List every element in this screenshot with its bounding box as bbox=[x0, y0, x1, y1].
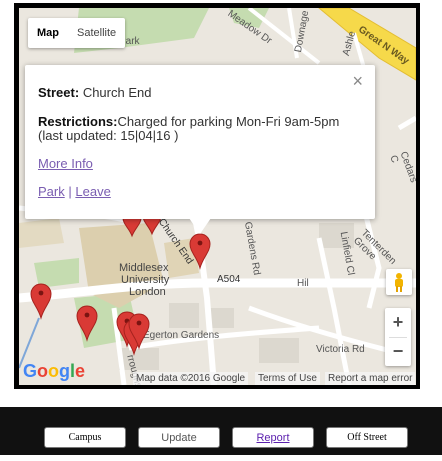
info-window: × Street: Church End Restrictions:Charge… bbox=[25, 65, 375, 219]
map-type-satellite-button[interactable]: Satellite bbox=[68, 18, 125, 48]
restrictions-value: Charged for parking Mon-Fri 9am-5pm bbox=[117, 114, 340, 129]
marker[interactable] bbox=[189, 233, 211, 270]
more-info-row: More Info bbox=[38, 156, 93, 171]
marker[interactable] bbox=[30, 283, 52, 320]
off-street-button-label: Off Street bbox=[347, 432, 387, 443]
restrictions-row: Restrictions:Charged for parking Mon-Fri… bbox=[38, 114, 339, 129]
campus-button-label: Campus bbox=[68, 432, 102, 443]
link-separator: | bbox=[68, 184, 72, 199]
close-icon[interactable]: × bbox=[352, 71, 363, 92]
report-button[interactable]: Report bbox=[232, 427, 314, 448]
street-value: Church End bbox=[82, 85, 152, 100]
restrictions-label: Restrictions: bbox=[38, 114, 118, 129]
last-updated: (last updated: 15|04|16 ) bbox=[38, 128, 179, 143]
map-type-map-button[interactable]: Map bbox=[28, 18, 68, 48]
campus-button[interactable]: Campus bbox=[44, 427, 126, 448]
zoom-control: + − bbox=[385, 308, 411, 366]
off-street-button[interactable]: Off Street bbox=[326, 427, 408, 448]
map[interactable]: Meadow Dr Downage Ashle Great N Way Park… bbox=[19, 8, 416, 385]
zoom-out-button[interactable]: − bbox=[393, 338, 404, 366]
leave-link[interactable]: Leave bbox=[75, 184, 110, 199]
marker[interactable] bbox=[76, 305, 98, 342]
street-label: Street: bbox=[38, 85, 80, 100]
street-row: Street: Church End bbox=[38, 85, 151, 100]
street-view-button[interactable] bbox=[386, 269, 412, 295]
map-type-control: Map Satellite bbox=[28, 18, 126, 48]
report-button-label: Report bbox=[256, 431, 290, 444]
update-button-label: Update bbox=[161, 431, 197, 444]
update-button[interactable]: Update bbox=[138, 427, 220, 448]
more-info-link[interactable]: More Info bbox=[38, 156, 93, 171]
google-logo: Google bbox=[23, 361, 86, 381]
pegman-icon bbox=[395, 273, 403, 292]
map-data-attribution: Map data ©2016 Google bbox=[133, 372, 249, 385]
action-links: Park | Leave bbox=[38, 184, 111, 199]
terms-of-use-link[interactable]: Terms of Use bbox=[255, 372, 320, 385]
report-map-error-link[interactable]: Report a map error bbox=[325, 372, 416, 385]
zoom-in-button[interactable]: + bbox=[393, 309, 404, 337]
info-window-tail bbox=[189, 218, 211, 234]
park-link[interactable]: Park bbox=[38, 184, 65, 199]
